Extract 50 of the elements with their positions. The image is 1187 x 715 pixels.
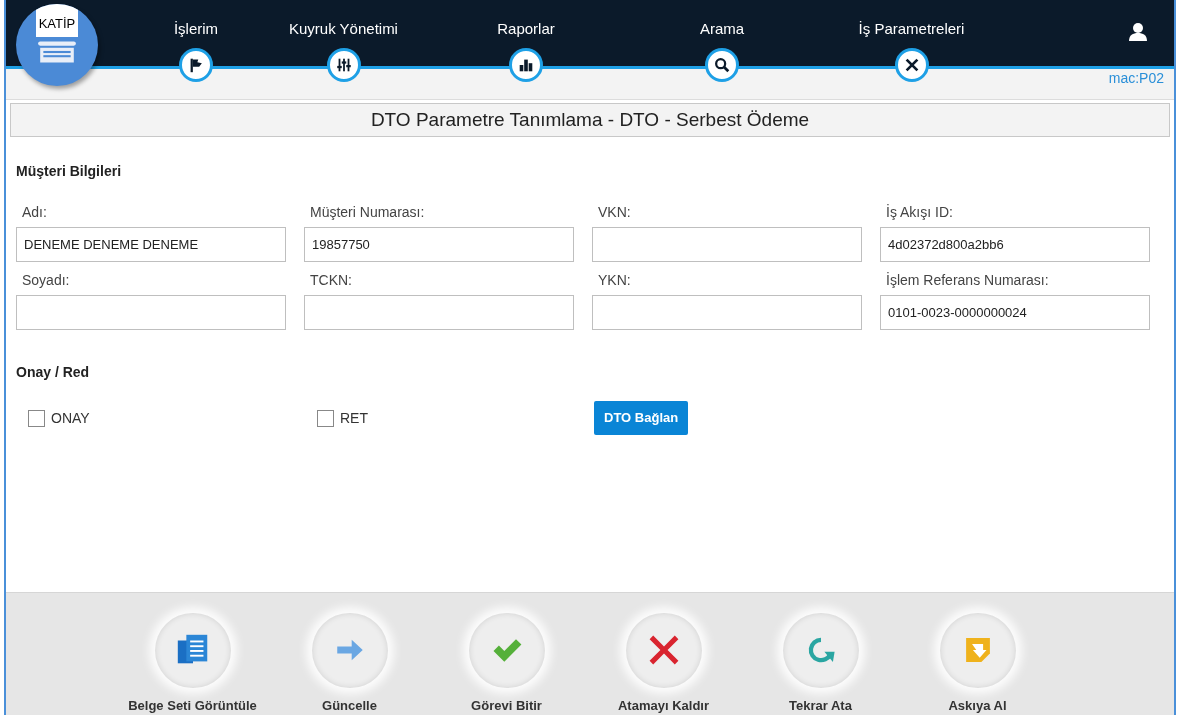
field-label: Soyadı: [21, 271, 71, 290]
field-label: Müşteri Numarası: [309, 203, 426, 222]
nav-icon-button[interactable] [179, 48, 213, 82]
action-label[interactable]: Atamayı Kaldır [617, 695, 709, 715]
action-icon-button[interactable] [311, 613, 388, 688]
field-label: İş Akışı ID: [885, 203, 954, 222]
nav-icon-button[interactable] [326, 48, 361, 82]
action-icon-button[interactable] [468, 613, 545, 688]
checkbox-label: RET [340, 408, 368, 428]
checkbox[interactable] [28, 409, 45, 427]
input-field[interactable] [592, 295, 862, 330]
field-label: VKN: [597, 203, 632, 222]
input-field[interactable] [592, 227, 862, 262]
nav-icon-button[interactable] [509, 48, 543, 82]
action-label[interactable]: Güncelle [322, 695, 377, 715]
section-title: Müşteri Bilgileri [16, 162, 123, 181]
logo[interactable]: KATİP [16, 4, 98, 86]
nav-item[interactable]: İş Parametreleri [858, 20, 965, 38]
input-field[interactable]: 4d02372d800a2bb6 [880, 227, 1150, 262]
action-icon-button[interactable] [782, 613, 859, 688]
field-label: YKN: [597, 271, 632, 290]
user-icon[interactable] [1128, 22, 1148, 42]
action-label[interactable]: Tekrar Ata [789, 695, 852, 715]
field-label: Adı: [21, 203, 48, 222]
input-field[interactable]: DENEME DENEME DENEME [16, 227, 286, 262]
nav-item[interactable]: Arama [699, 20, 745, 38]
search-icon [713, 56, 731, 74]
page-title: DTO Parametre Tanımlama - DTO - Serbest Ödeme [10, 103, 1170, 137]
input-field[interactable] [304, 295, 574, 330]
nav-item[interactable]: Raporlar [497, 20, 555, 38]
field-label: İşlem Referans Numarası: [885, 271, 1050, 290]
action-icon-button[interactable] [625, 613, 702, 688]
machine-label: mac:P02 [1108, 69, 1164, 88]
action-label[interactable]: Askıya Al [948, 695, 1007, 715]
sliders-icon [334, 56, 353, 74]
section-title: Onay / Red [16, 363, 91, 382]
checkbox-label: ONAY [51, 408, 90, 428]
input-field[interactable]: 19857750 [304, 227, 574, 262]
checkbox[interactable] [317, 409, 334, 427]
connect-button[interactable]: DTO Bağlan [594, 401, 689, 435]
nav-item[interactable]: Kuyruk Yönetimi [289, 20, 398, 38]
nav-icon-button[interactable] [894, 48, 929, 82]
nav-item[interactable]: İşlerim [173, 20, 219, 38]
action-label[interactable]: Belge Seti Görüntüle [128, 695, 257, 715]
action-label[interactable]: Görevi Bitir [471, 695, 542, 715]
action-icon-button[interactable] [154, 613, 231, 688]
input-field[interactable]: 0101-0023-0000000024 [880, 295, 1150, 330]
nav-icon-button[interactable] [705, 48, 739, 82]
input-field[interactable] [16, 295, 286, 330]
field-label: TCKN: [309, 271, 353, 290]
